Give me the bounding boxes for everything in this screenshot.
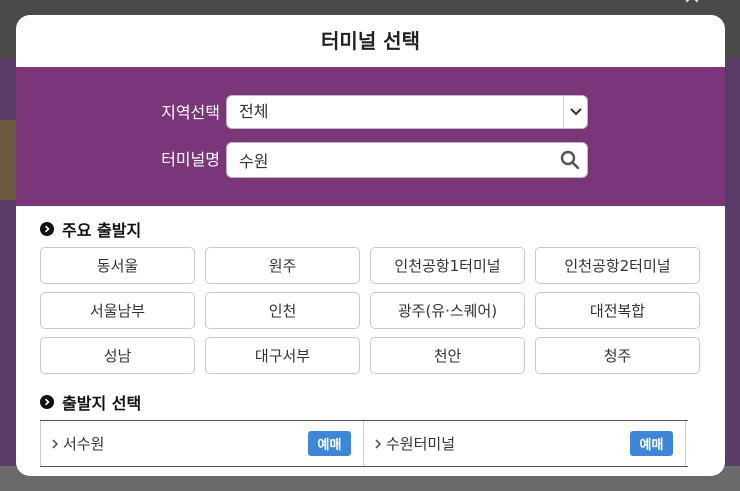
terminal-search-input[interactable]	[226, 142, 588, 178]
background-decoration	[0, 120, 16, 200]
bullet-arrow-icon	[40, 222, 54, 236]
region-row: 지역선택 전체	[16, 95, 725, 131]
region-select-value: 전체	[239, 102, 269, 121]
region-label: 지역선택	[161, 103, 220, 122]
major-departures-header: 주요 출발지	[40, 218, 141, 240]
terminal-label: 터미널명	[161, 150, 220, 169]
terminal-button[interactable]: 성남	[40, 337, 195, 374]
modal-title: 터미널 선택	[321, 29, 420, 53]
chevron-right-icon	[51, 438, 59, 449]
result-name: 수원터미널	[386, 435, 456, 453]
result-item[interactable]: 수원터미널 예매	[363, 421, 686, 466]
terminal-select-modal: 터미널 선택 지역선택 전체 터미널명 주요 출발지 동서울 원주 인천	[16, 15, 725, 476]
result-name: 서수원	[63, 435, 105, 453]
terminal-button[interactable]: 인천공항2터미널	[535, 247, 700, 284]
terminal-button[interactable]: 인천공항1터미널	[370, 247, 525, 284]
terminal-button[interactable]: 원주	[205, 247, 360, 284]
terminal-button[interactable]: 광주(유·스퀘어)	[370, 292, 525, 329]
terminal-button[interactable]: 대전복합	[535, 292, 700, 329]
terminal-button[interactable]: 대구서부	[205, 337, 360, 374]
region-select[interactable]: 전체	[226, 95, 588, 129]
departure-results: 서수원 예매 수원터미널 예매	[40, 420, 688, 467]
reserve-button[interactable]: 예매	[308, 431, 351, 456]
close-icon[interactable]: ✕	[660, 0, 724, 10]
terminal-button[interactable]: 청주	[535, 337, 700, 374]
section-title: 주요 출발지	[62, 221, 142, 240]
terminal-button[interactable]: 동서울	[40, 247, 195, 284]
chevron-right-icon	[374, 438, 382, 449]
result-item[interactable]: 서수원 예매	[40, 421, 363, 466]
terminal-row: 터미널명	[16, 142, 725, 178]
search-panel: 지역선택 전체 터미널명	[16, 67, 725, 206]
search-icon[interactable]	[558, 148, 582, 172]
bullet-arrow-icon	[40, 395, 54, 409]
departure-select-header: 출발지 선택	[40, 391, 141, 413]
chevron-down-icon	[563, 96, 587, 128]
major-departures-grid: 동서울 원주 인천공항1터미널 인천공항2터미널 서울남부 인천 광주(유·스퀘…	[40, 247, 700, 374]
terminal-button[interactable]: 천안	[370, 337, 525, 374]
reserve-button[interactable]: 예매	[630, 431, 673, 456]
terminal-button[interactable]: 서울남부	[40, 292, 195, 329]
terminal-button[interactable]: 인천	[205, 292, 360, 329]
section-title: 출발지 선택	[62, 394, 142, 413]
